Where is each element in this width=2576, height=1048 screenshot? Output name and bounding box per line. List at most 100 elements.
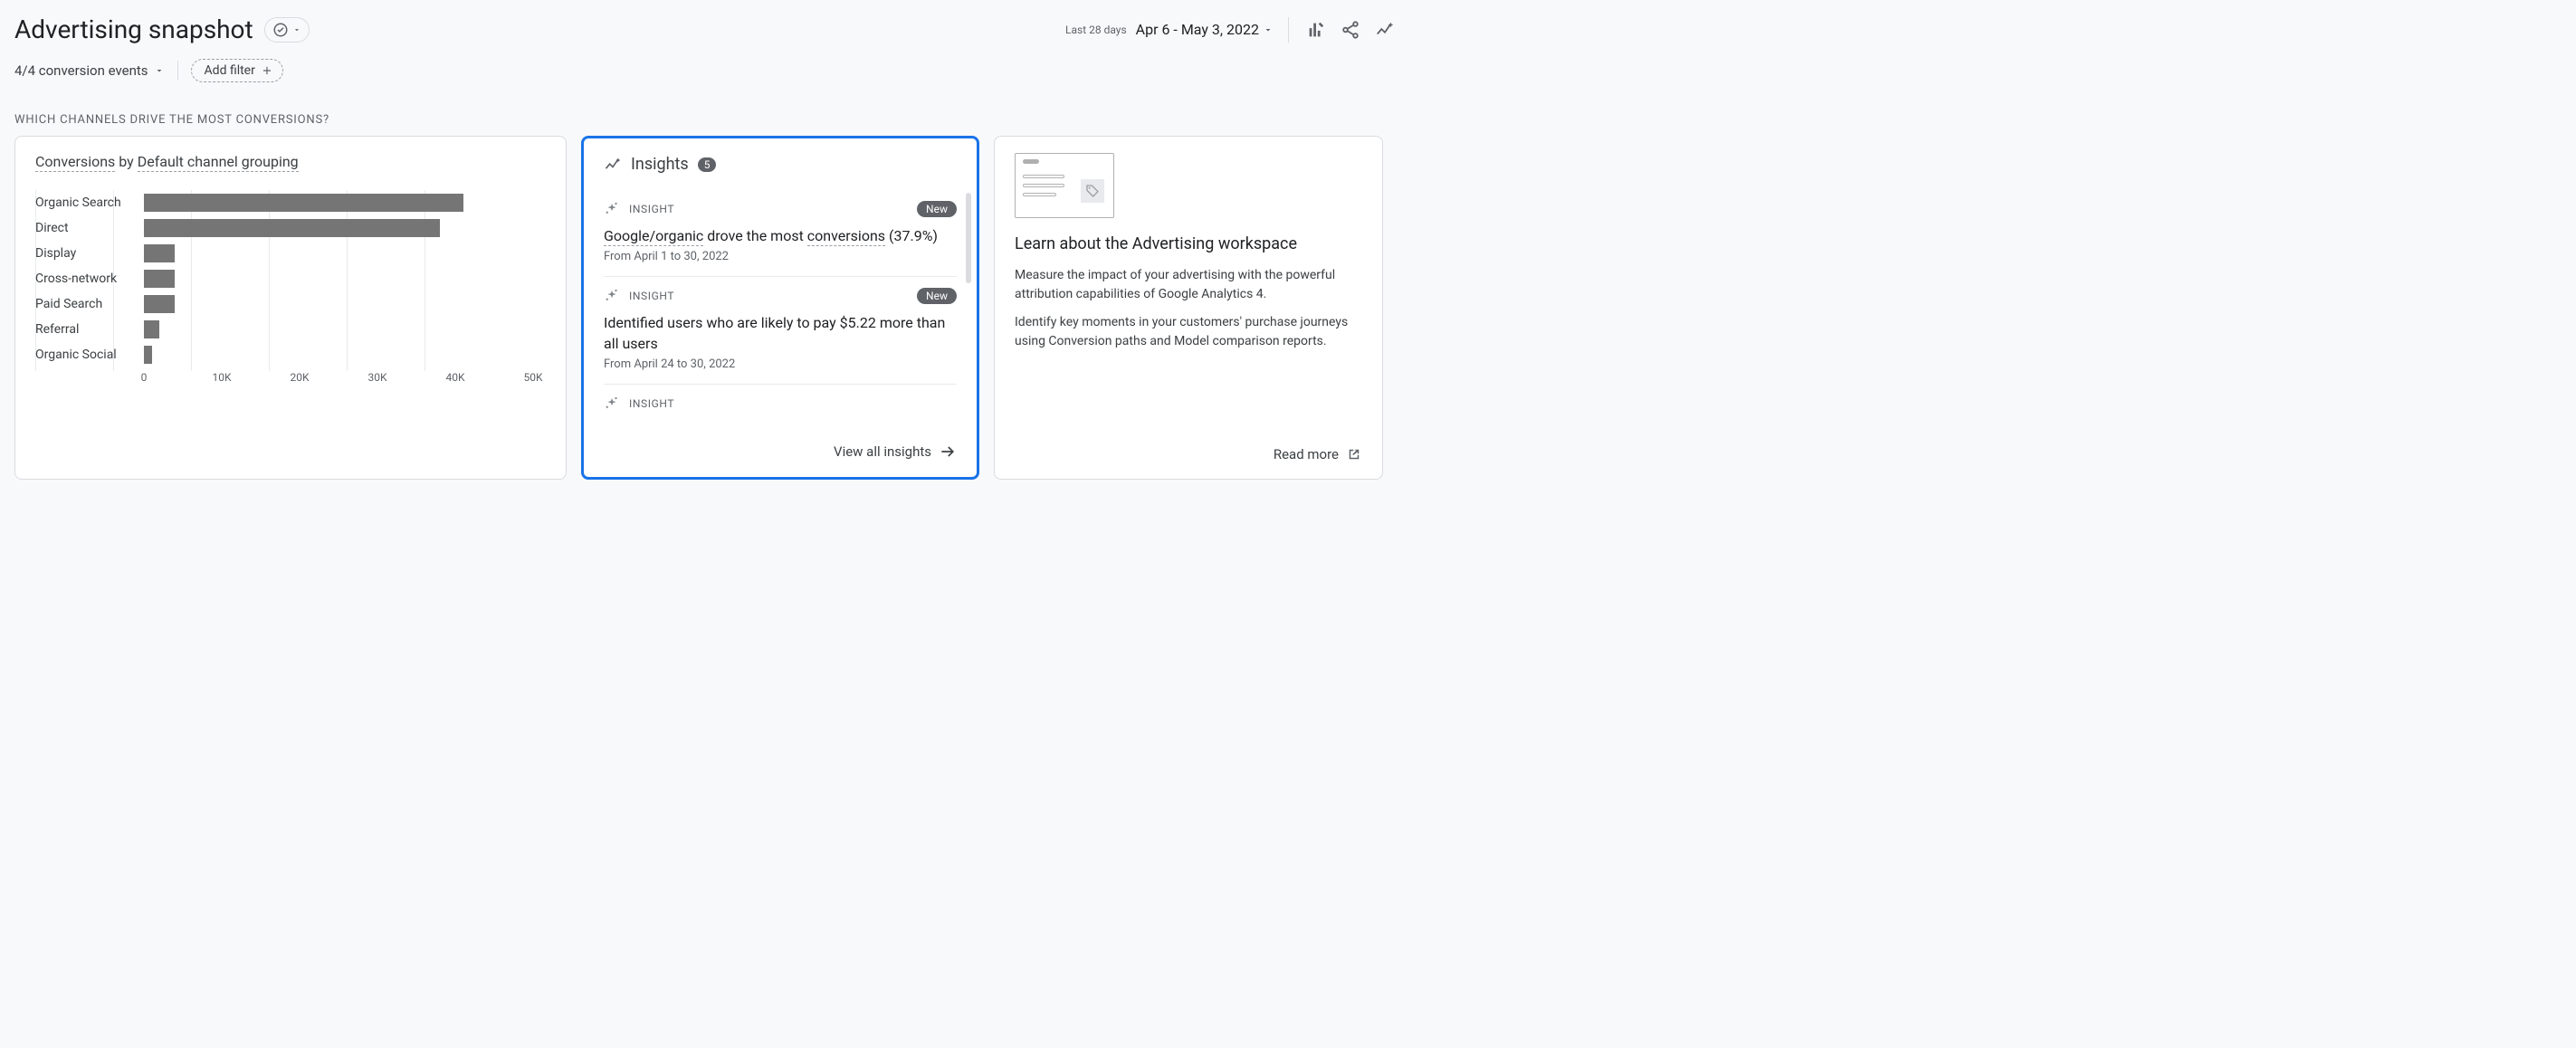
chart-title: Conversions by Default channel grouping bbox=[35, 153, 546, 170]
chevron-down-icon bbox=[292, 25, 301, 34]
chart-bar-row: Referral bbox=[144, 317, 546, 342]
scrollbar[interactable] bbox=[966, 193, 971, 283]
add-filter-label: Add filter bbox=[205, 63, 255, 78]
learn-card: Learn about the Advertising workspace Me… bbox=[994, 136, 1383, 480]
insights-button[interactable] bbox=[1372, 17, 1398, 43]
insight-tag-row: INSIGHT bbox=[604, 395, 957, 412]
page-title: Advertising snapshot bbox=[14, 14, 253, 44]
date-range-value: Apr 6 - May 3, 2022 bbox=[1136, 21, 1259, 38]
chart-x-tick: 20K bbox=[290, 371, 309, 384]
chevron-down-icon bbox=[154, 65, 165, 76]
chart-bar-label: Referral bbox=[35, 322, 135, 337]
conversions-chart-card: Conversions by Default channel grouping … bbox=[14, 136, 567, 480]
chart-x-tick: 30K bbox=[367, 371, 386, 384]
chart-bar[interactable] bbox=[144, 219, 440, 237]
insight-title: Identified users who are likely to pay $… bbox=[604, 313, 957, 354]
trend-sparkle-icon bbox=[604, 156, 622, 174]
chart-bar-row: Display bbox=[144, 241, 546, 266]
view-all-label: View all insights bbox=[834, 443, 931, 460]
page-header: Advertising snapshot Last 28 days Apr 6 … bbox=[14, 0, 1398, 52]
new-badge: New bbox=[917, 288, 957, 304]
chart-x-tick: 50K bbox=[523, 371, 542, 384]
customize-report-button[interactable] bbox=[1303, 17, 1329, 43]
learn-body-2: Identify key moments in your customers' … bbox=[1015, 313, 1362, 351]
filters-row: 4/4 conversion events Add filter bbox=[14, 52, 1398, 99]
insight-tag-left: INSIGHT bbox=[604, 288, 674, 304]
date-range-label: Last 28 days bbox=[1065, 24, 1127, 36]
insight-tag-left: INSIGHT bbox=[604, 395, 674, 412]
plus-icon bbox=[261, 64, 273, 77]
insight-tag-row: INSIGHT New bbox=[604, 288, 957, 304]
chart-x-tick: 0 bbox=[141, 371, 148, 384]
conversion-events-selector[interactable]: 4/4 conversion events bbox=[14, 62, 165, 79]
chart-bar[interactable] bbox=[144, 194, 463, 212]
learn-body-1: Measure the impact of your advertising w… bbox=[1015, 266, 1362, 304]
section-label: WHICH CHANNELS DRIVE THE MOST CONVERSION… bbox=[14, 99, 1398, 136]
chart-bar-row: Direct bbox=[144, 215, 546, 241]
chart-title-mid: by bbox=[119, 153, 133, 170]
insights-card: Insights 5 INSIGHT New Google/organic dr… bbox=[581, 136, 979, 480]
insights-title: Insights bbox=[631, 155, 689, 174]
view-all-insights-link[interactable]: View all insights bbox=[604, 443, 957, 461]
date-range-selector[interactable]: Apr 6 - May 3, 2022 bbox=[1136, 21, 1274, 38]
arrow-right-icon bbox=[939, 443, 957, 461]
insights-header: Insights 5 bbox=[604, 155, 957, 174]
chart-x-tick: 40K bbox=[445, 371, 464, 384]
cards-row: Conversions by Default channel grouping … bbox=[14, 136, 1398, 480]
chart-bar-row: Cross-network bbox=[144, 266, 546, 291]
chart-title-dimension[interactable]: Default channel grouping bbox=[138, 153, 299, 172]
new-badge: New bbox=[917, 201, 957, 217]
status-chip[interactable] bbox=[264, 17, 310, 43]
insight-date: From April 1 to 30, 2022 bbox=[604, 250, 957, 263]
divider bbox=[177, 61, 178, 81]
sparkle-icon bbox=[604, 395, 620, 412]
chart-bar[interactable] bbox=[144, 295, 175, 313]
share-icon bbox=[1340, 20, 1360, 40]
chart-bar[interactable] bbox=[144, 346, 152, 364]
chart-area: Organic SearchDirectDisplayCross-network… bbox=[35, 190, 546, 398]
chart-bar-row: Organic Social bbox=[144, 342, 546, 367]
chart-bar-label: Display bbox=[35, 246, 135, 261]
chart-bar-row: Paid Search bbox=[144, 291, 546, 317]
external-link-icon bbox=[1346, 446, 1362, 462]
check-icon bbox=[272, 22, 289, 38]
chart-bar-label: Direct bbox=[35, 221, 135, 235]
read-more-label: Read more bbox=[1274, 446, 1339, 462]
chart-bar-row: Organic Search bbox=[144, 190, 546, 215]
sparkle-icon bbox=[604, 288, 620, 304]
insight-label: INSIGHT bbox=[629, 203, 674, 215]
sparkle-icon bbox=[604, 201, 620, 217]
insight-tag-left: INSIGHT bbox=[604, 201, 674, 217]
chart-bar[interactable] bbox=[144, 270, 175, 288]
chart-bar[interactable] bbox=[144, 320, 159, 338]
insight-label: INSIGHT bbox=[629, 397, 674, 410]
insight-tag-row: INSIGHT New bbox=[604, 201, 957, 217]
header-left: Advertising snapshot bbox=[14, 14, 310, 44]
chevron-down-icon bbox=[1263, 24, 1274, 35]
chart-x-tick: 10K bbox=[212, 371, 231, 384]
conversion-events-label: 4/4 conversion events bbox=[14, 62, 148, 79]
insight-date: From April 24 to 30, 2022 bbox=[604, 357, 957, 371]
chart-bar-label: Cross-network bbox=[35, 272, 135, 286]
chart-bar-label: Paid Search bbox=[35, 297, 135, 311]
insight-label: INSIGHT bbox=[629, 290, 674, 302]
chart-bar-label: Organic Search bbox=[35, 195, 135, 210]
insight-item[interactable]: INSIGHT New Google/organic drove the mos… bbox=[604, 190, 957, 277]
insight-item[interactable]: INSIGHT bbox=[604, 385, 957, 433]
insight-item[interactable]: INSIGHT New Identified users who are lik… bbox=[604, 277, 957, 385]
chart-bar-label: Organic Social bbox=[35, 348, 135, 362]
learn-title: Learn about the Advertising workspace bbox=[1015, 234, 1362, 253]
insight-title: Google/organic drove the most conversion… bbox=[604, 226, 957, 246]
read-more-link[interactable]: Read more bbox=[1015, 428, 1362, 462]
chart-edit-icon bbox=[1306, 20, 1326, 40]
header-right: Last 28 days Apr 6 - May 3, 2022 bbox=[1065, 17, 1398, 43]
workspace-illustration bbox=[1015, 153, 1114, 218]
tag-icon bbox=[1081, 179, 1104, 203]
add-filter-button[interactable]: Add filter bbox=[191, 59, 283, 82]
chart-title-metric[interactable]: Conversions bbox=[35, 153, 115, 172]
chart-bar[interactable] bbox=[144, 244, 175, 262]
trend-sparkle-icon bbox=[1375, 20, 1395, 40]
divider bbox=[1288, 17, 1289, 43]
share-button[interactable] bbox=[1338, 17, 1363, 43]
insights-count-badge: 5 bbox=[698, 157, 717, 172]
